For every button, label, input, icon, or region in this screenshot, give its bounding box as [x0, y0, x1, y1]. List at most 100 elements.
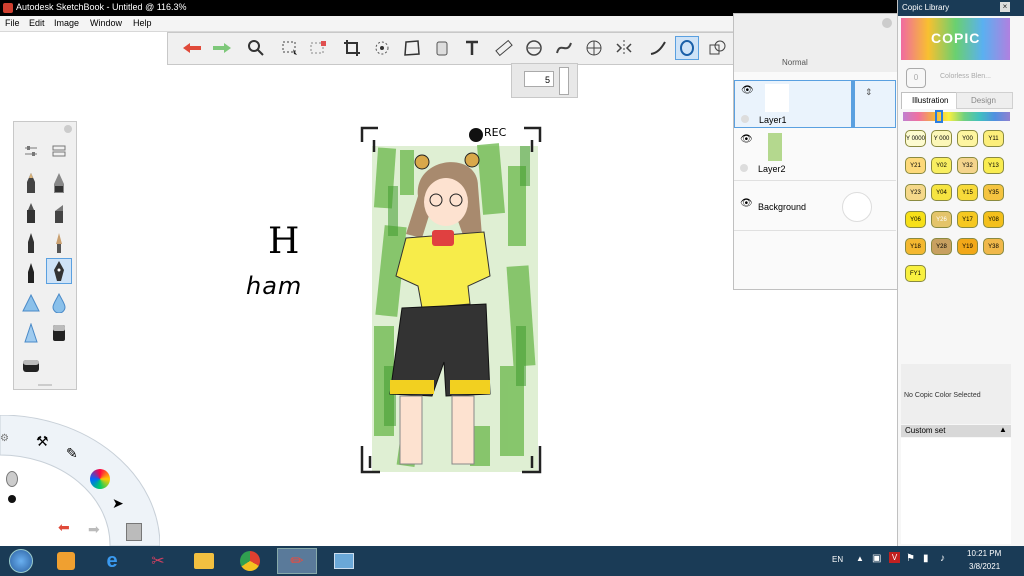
clock-time[interactable]: 10:21 PM [967, 549, 1001, 558]
eraser-brush-icon[interactable] [46, 320, 72, 346]
copic-swatch-Y11[interactable]: Y11 [983, 130, 1004, 147]
undo-icon[interactable] [180, 36, 204, 60]
hard-eraser-icon[interactable] [18, 352, 44, 378]
tray-app-icon[interactable]: ▣ [872, 553, 881, 564]
tab-design[interactable]: Design [956, 92, 1013, 109]
copic-swatch-Y02[interactable]: Y02 [931, 157, 952, 174]
volume-icon[interactable]: ♪ [940, 553, 945, 564]
copic-swatch-Y00[interactable]: Y00 [957, 130, 978, 147]
zoom-icon[interactable] [244, 36, 268, 60]
menu-edit[interactable]: Edit [29, 18, 45, 28]
copic-swatch-Y38[interactable]: Y38 [983, 238, 1004, 255]
sketchbook-taskbar-icon[interactable]: ✏ [277, 548, 317, 574]
menu-window[interactable]: Window [90, 18, 122, 28]
ellipse-guide-icon[interactable] [522, 36, 546, 60]
airbrush-icon[interactable] [18, 290, 44, 316]
brush-size-indicator[interactable] [6, 471, 18, 487]
copic-swatch-Y000[interactable]: Y 000 [931, 130, 952, 147]
snipping-tool-icon[interactable]: ✂ [138, 548, 178, 574]
copic-hue-selector[interactable] [935, 110, 943, 123]
smear-brush-icon[interactable] [18, 320, 44, 346]
crop-select-icon[interactable] [306, 36, 330, 60]
text-icon[interactable] [460, 36, 484, 60]
palette-close-icon[interactable] [64, 125, 72, 133]
visibility-eye-icon[interactable]: 👁 [740, 134, 753, 145]
custom-set-header[interactable]: Custom set ▲ [901, 425, 1011, 437]
distort-icon[interactable] [400, 36, 424, 60]
paint-brush-icon[interactable] [46, 230, 72, 256]
tray-expand-icon[interactable]: ▲ [856, 554, 864, 563]
brush-icon[interactable]: ✎ [66, 445, 78, 462]
copic-swatch-Y28[interactable]: Y28 [931, 238, 952, 255]
colorless-blender-swatch[interactable]: 0 [906, 68, 926, 88]
copic-swatch-Y19[interactable]: Y19 [957, 238, 978, 255]
select-icon[interactable] [278, 36, 302, 60]
copic-hue-strip[interactable] [903, 112, 1010, 121]
layer-move-icon[interactable]: ⇕ [865, 87, 873, 98]
layer-lock-icon[interactable] [741, 115, 749, 123]
perspective-icon[interactable] [582, 36, 606, 60]
french-curve-icon[interactable] [552, 36, 576, 60]
brush-settings-icon[interactable] [18, 138, 44, 164]
pencil-brush-icon[interactable] [18, 170, 44, 196]
brush-grid-icon[interactable] [46, 138, 72, 164]
layer-editor-close-icon[interactable] [882, 18, 892, 28]
layer-row-layer1[interactable]: 👁 Layer1 ⇕ [734, 80, 896, 128]
shape-icon[interactable] [705, 36, 729, 60]
fineliner-brush-icon[interactable] [18, 260, 44, 286]
chrome-icon[interactable] [230, 548, 270, 574]
copic-swatch-Y23[interactable]: Y23 [905, 184, 926, 201]
tab-illustration[interactable]: Illustration [901, 92, 958, 109]
copic-swatch-Y26[interactable]: Y26 [931, 211, 952, 228]
close-icon[interactable]: × [1000, 2, 1010, 12]
ballpoint-brush-icon[interactable] [18, 230, 44, 256]
ruler-icon[interactable] [492, 36, 516, 60]
redo-icon[interactable] [210, 36, 234, 60]
calligraphy-pen-brush-icon[interactable] [46, 258, 72, 284]
palette-grip[interactable] [38, 384, 52, 386]
menu-help[interactable]: Help [133, 18, 152, 28]
window-switcher-icon[interactable] [324, 548, 364, 574]
brush-size-slider[interactable] [559, 67, 569, 95]
fill-icon[interactable] [430, 36, 454, 60]
blend-mode[interactable]: Normal [782, 58, 808, 67]
copic-swatch-Y17[interactable]: Y17 [957, 211, 978, 228]
brush-size-puck[interactable]: 5 [511, 63, 578, 98]
copic-swatch-Y15[interactable]: Y15 [957, 184, 978, 201]
chisel-marker-icon[interactable] [46, 200, 72, 226]
inking-pen-brush-icon[interactable] [46, 170, 72, 196]
marker-brush-icon[interactable] [18, 200, 44, 226]
language-indicator[interactable]: EN [832, 555, 843, 564]
copic-swatch-Y08[interactable]: Y08 [983, 211, 1004, 228]
menu-file[interactable]: File [5, 18, 20, 28]
media-player-icon[interactable] [46, 548, 86, 574]
copic-swatch-Y13[interactable]: Y13 [983, 157, 1004, 174]
lagoon-redo-icon[interactable]: ➡ [88, 521, 100, 538]
ellipse-tool-icon[interactable] [675, 36, 699, 60]
file-explorer-icon[interactable] [184, 548, 224, 574]
layer-row-background[interactable]: 👁 Background [734, 182, 896, 231]
background-color-swatch[interactable] [842, 192, 872, 222]
blur-brush-icon[interactable] [46, 290, 72, 316]
layer-lock-icon[interactable] [740, 164, 748, 172]
symmetry-icon[interactable] [612, 36, 636, 60]
lagoon-layer-icon[interactable] [126, 523, 142, 541]
visibility-eye-icon[interactable]: 👁 [741, 85, 754, 96]
collapse-icon[interactable]: ▲ [999, 425, 1007, 434]
color-editor-icon[interactable] [90, 469, 110, 489]
current-color-indicator[interactable] [8, 495, 16, 503]
menu-image[interactable]: Image [54, 18, 79, 28]
start-button[interactable] [0, 548, 42, 574]
network-icon[interactable]: ▮ [923, 553, 929, 564]
copic-swatch-Y06[interactable]: Y06 [905, 211, 926, 228]
stroke-icon[interactable] [646, 36, 670, 60]
transform-icon[interactable] [370, 36, 394, 60]
copic-swatch-Y32[interactable]: Y32 [957, 157, 978, 174]
copic-swatch-Y04[interactable]: Y04 [931, 184, 952, 201]
selection-arrow-icon[interactable]: ➤ [112, 495, 124, 512]
copic-swatch-Y35[interactable]: Y35 [983, 184, 1004, 201]
tools-icon[interactable]: ⚒ [36, 433, 49, 450]
copic-swatch-Y0000[interactable]: Y 0000 [905, 130, 926, 147]
tray-v-icon[interactable]: V [889, 552, 900, 563]
visibility-eye-icon[interactable]: 👁 [740, 198, 753, 209]
